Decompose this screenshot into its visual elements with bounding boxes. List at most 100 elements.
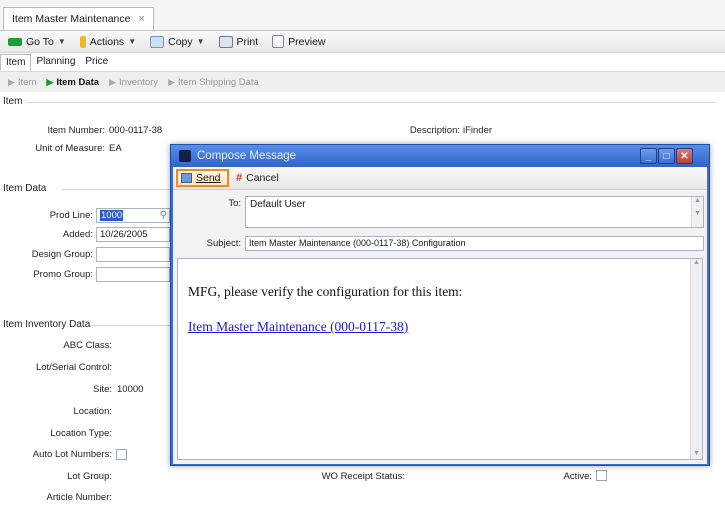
close-button[interactable]: ✕ <box>676 148 693 164</box>
tab-title: Item Master Maintenance <box>12 13 131 25</box>
section-item-inventory-data: Item Inventory Data <box>3 319 91 330</box>
crumb-item-data[interactable]: ▶ Item Data <box>46 77 99 88</box>
section-item-data: Item Data <box>3 183 47 194</box>
added-label: Added: <box>62 229 93 240</box>
crumb-inventory[interactable]: ▶ Inventory <box>109 77 158 88</box>
subject-value: Item Master Maintenance (000-0117-38) Co… <box>249 238 466 248</box>
send-button[interactable]: Send <box>176 169 229 187</box>
goto-button[interactable]: Go To ▼ <box>8 36 66 48</box>
actions-icon <box>79 35 86 48</box>
print-label: Print <box>236 35 259 48</box>
subject-label: Subject: <box>206 238 241 249</box>
article-number-label: Article Number: <box>46 492 112 503</box>
auto-lot-numbers-label: Auto Lot Numbers: <box>32 449 112 460</box>
breadcrumb: ▶ Item ▶ Item Data ▶ Inventory ▶ Item Shippi… <box>0 72 725 92</box>
design-group-label: Design Group: <box>31 249 93 260</box>
site-value: 10000 <box>117 384 144 395</box>
triangle-right-icon: ▶ <box>46 76 54 87</box>
scroll-down-icon[interactable]: ▼ <box>692 210 703 217</box>
document-tab-strip: Item Master Maintenance × <box>0 0 725 31</box>
triangle-right-icon: ▶ <box>109 76 117 87</box>
added-field[interactable]: 10/26/2005 <box>96 227 170 242</box>
minimize-icon: _ <box>645 150 652 162</box>
item-number-label: Item Number: <box>47 125 105 136</box>
lot-serial-control-label: Lot/Serial Control: <box>35 362 112 373</box>
to-field[interactable]: Default User ▲ ▼ <box>245 196 704 228</box>
scroll-up-icon[interactable]: ▲ <box>692 197 703 204</box>
maximize-icon: □ <box>663 150 670 162</box>
cancel-label: Cancel <box>246 172 279 184</box>
copy-icon <box>150 35 165 48</box>
message-scrollbar[interactable]: ▲ ▼ <box>690 259 702 459</box>
unit-of-measure-label: Unit of Measure: <box>35 143 105 154</box>
cancel-button[interactable]: # Cancel <box>236 170 279 186</box>
site-label: Site: <box>92 384 112 395</box>
section-item: Item <box>3 96 23 107</box>
auto-lot-numbers-checkbox[interactable] <box>116 449 127 460</box>
item-link[interactable]: Item Master Maintenance (000-0117-38) <box>188 319 408 335</box>
prod-line-field[interactable]: 1000 ⚲ <box>96 208 170 223</box>
crumb-label: Inventory <box>119 76 159 88</box>
to-scrollbar[interactable]: ▲ ▼ <box>691 197 703 227</box>
wo-receipt-status-label: WO Receipt Status: <box>321 471 405 482</box>
preview-icon <box>272 35 285 48</box>
dialog-title-bar[interactable]: Compose Message <box>171 145 709 167</box>
scroll-down-icon[interactable]: ▼ <box>691 450 702 457</box>
search-icon[interactable]: ⚲ <box>160 209 167 222</box>
copy-button[interactable]: Copy ▼ <box>150 35 205 48</box>
minimize-button[interactable]: _ <box>640 148 657 164</box>
scroll-up-icon[interactable]: ▲ <box>691 259 702 266</box>
to-value: Default User <box>250 199 306 210</box>
section-divider <box>62 189 170 190</box>
app-icon <box>179 150 191 162</box>
to-label: To: <box>228 198 241 209</box>
design-group-field[interactable] <box>96 247 170 262</box>
abc-class-label: ABC Class: <box>63 340 112 351</box>
crumb-label: Item Data <box>56 76 100 88</box>
preview-button[interactable]: Preview <box>272 35 326 48</box>
unit-of-measure-value: EA <box>109 143 122 154</box>
subject-field[interactable]: Item Master Maintenance (000-0117-38) Co… <box>245 236 704 251</box>
tab-planning[interactable]: Planning <box>31 54 80 71</box>
chevron-down-icon: ▼ <box>57 37 66 46</box>
tab-item-master-maintenance[interactable]: Item Master Maintenance × <box>3 7 154 30</box>
print-icon <box>218 35 233 48</box>
triangle-right-icon: ▶ <box>8 76 15 87</box>
tab-price[interactable]: Price <box>80 54 113 71</box>
section-divider <box>90 325 170 326</box>
main-toolbar: Go To ▼ Actions ▼ Copy ▼ Print Preview <box>0 31 725 53</box>
send-label: Send <box>196 172 221 184</box>
crumb-item-shipping-data[interactable]: ▶ Item Shipping Data <box>168 77 259 88</box>
added-value: 10/26/2005 <box>100 229 148 240</box>
copy-label: Copy <box>168 35 193 48</box>
dialog-title: Compose Message <box>197 150 297 162</box>
chevron-down-icon: ▼ <box>196 37 205 46</box>
actions-button[interactable]: Actions ▼ <box>79 35 136 48</box>
triangle-right-icon: ▶ <box>168 76 176 87</box>
send-icon <box>181 173 192 183</box>
message-text: MFG, please verify the configuration for… <box>188 284 463 299</box>
close-tab-icon[interactable]: × <box>138 13 144 25</box>
tab-item[interactable]: Item <box>0 54 32 71</box>
active-label: Active: <box>563 471 592 482</box>
preview-label: Preview <box>288 35 326 48</box>
sub-tab-bar: Item Planning Price <box>0 54 725 72</box>
crumb-label: Item Shipping Data <box>178 76 259 88</box>
promo-group-label: Promo Group: <box>33 269 93 280</box>
close-icon: ✕ <box>680 150 689 162</box>
promo-group-field[interactable] <box>96 267 170 282</box>
print-button[interactable]: Print <box>218 35 259 48</box>
crumb-label: Item <box>17 76 37 88</box>
goto-icon <box>8 37 22 46</box>
maximize-button[interactable]: □ <box>658 148 675 164</box>
message-body[interactable]: MFG, please verify the configuration for… <box>177 258 703 460</box>
description-value: iFinder <box>463 125 493 136</box>
dialog-toolbar: Send # Cancel <box>173 167 707 190</box>
active-checkbox[interactable] <box>596 470 607 481</box>
item-number-value: 000-0117-38 <box>109 125 163 136</box>
actions-label: Actions <box>89 35 125 48</box>
compose-message-dialog: Compose Message _ □ ✕ Send # Cancel To: … <box>170 144 710 466</box>
prod-line-label: Prod Line: <box>49 210 93 221</box>
crumb-item[interactable]: ▶ Item <box>8 77 36 88</box>
section-divider <box>26 102 716 103</box>
